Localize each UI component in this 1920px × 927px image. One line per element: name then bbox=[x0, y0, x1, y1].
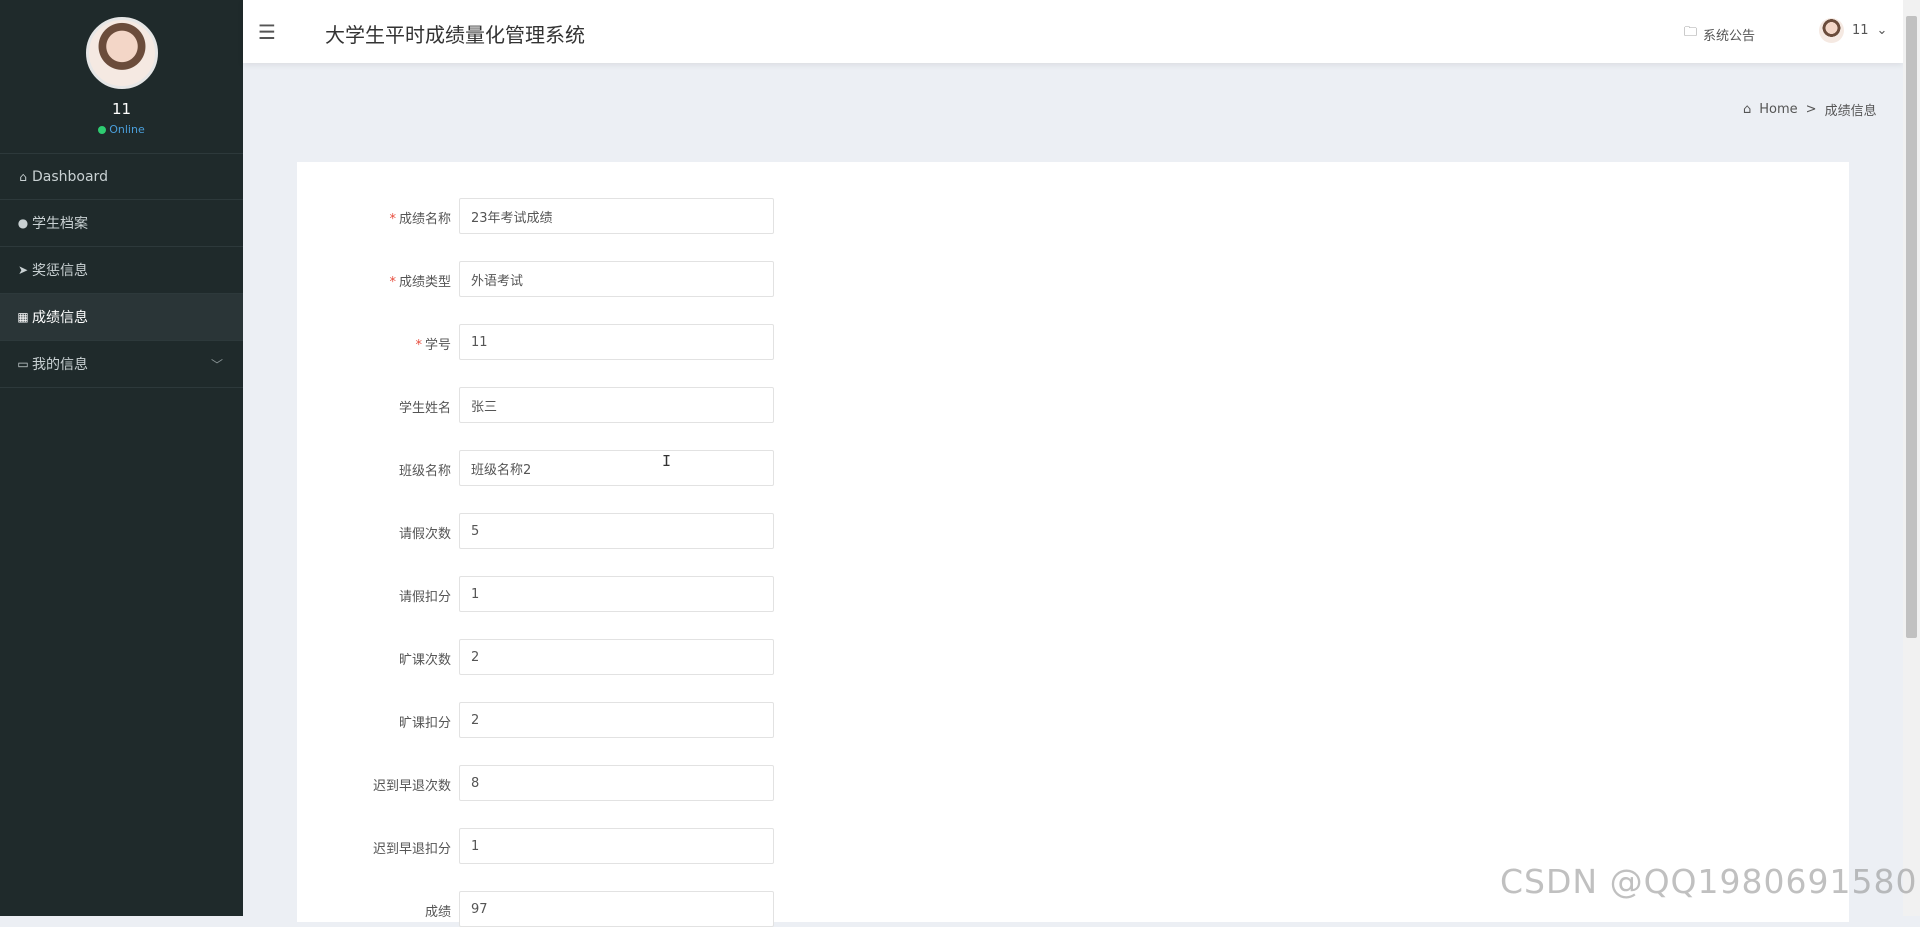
menu-toggle-icon[interactable]: ☰ bbox=[258, 20, 276, 44]
notice-icon: 🗀 bbox=[1684, 25, 1698, 40]
form-row-leave-deduction: 请假扣分 bbox=[297, 576, 897, 612]
system-notice-link[interactable]: 🗀 系统公告 bbox=[1684, 23, 1755, 45]
class-name-input[interactable] bbox=[459, 450, 774, 486]
user-menu-label: 11 bbox=[1852, 23, 1869, 38]
sidebar: 11 Online ⌂ Dashboard ● 学生档案 ➤ 奖惩信息 ▦ 成绩… bbox=[0, 0, 243, 916]
user-menu[interactable]: 11 ⌄ bbox=[1819, 18, 1887, 43]
form-row-score: 成绩 bbox=[297, 891, 897, 927]
scrollbar-thumb[interactable] bbox=[1906, 16, 1917, 638]
chevron-down-icon: ﹀ bbox=[210, 358, 223, 372]
breadcrumb: ⌂ Home > 成绩信息 bbox=[1743, 100, 1877, 119]
status-label: Online bbox=[109, 123, 145, 136]
absence-deduction-input[interactable] bbox=[459, 702, 774, 738]
leave-deduction-input[interactable] bbox=[459, 576, 774, 612]
sidebar-item-label: Dashboard bbox=[32, 168, 108, 185]
leave-count-input[interactable] bbox=[459, 513, 774, 549]
form-label: 请假扣分 bbox=[398, 590, 451, 605]
profile-panel: 11 Online bbox=[0, 0, 243, 153]
form-row-student-name: 学生姓名 bbox=[297, 387, 897, 423]
form-row-absence-deduction: 旷课扣分 bbox=[297, 702, 897, 738]
grid-icon: ▦ bbox=[17, 310, 29, 324]
user-icon: ● bbox=[17, 216, 29, 230]
form-label: 迟到早退扣分 bbox=[372, 842, 451, 857]
score-input[interactable] bbox=[459, 891, 774, 927]
chevron-down-icon: ⌄ bbox=[1876, 23, 1888, 38]
grade-type-input[interactable] bbox=[459, 261, 774, 297]
breadcrumb-separator: > bbox=[1805, 102, 1817, 117]
form-label: 学生姓名 bbox=[398, 401, 451, 416]
form-row-late-count: 迟到早退次数 bbox=[297, 765, 897, 801]
card-icon: ▭ bbox=[17, 357, 29, 371]
form-row-absence-count: 旷课次数 bbox=[297, 639, 897, 675]
student-id-input[interactable] bbox=[459, 324, 774, 360]
sidebar-item-label: 学生档案 bbox=[32, 216, 88, 232]
page-scrollbar[interactable] bbox=[1903, 0, 1920, 916]
breadcrumb-home[interactable]: Home bbox=[1759, 102, 1797, 117]
sidebar-item-dashboard[interactable]: ⌂ Dashboard bbox=[0, 153, 243, 200]
breadcrumb-current: 成绩信息 bbox=[1824, 104, 1877, 119]
absence-count-input[interactable] bbox=[459, 639, 774, 675]
send-icon: ➤ bbox=[17, 263, 29, 277]
student-name-input[interactable] bbox=[459, 387, 774, 423]
required-mark: * bbox=[415, 338, 422, 353]
form-label: 班级名称 bbox=[398, 464, 451, 479]
form-row-class-name: 班级名称 bbox=[297, 450, 897, 486]
form-label: * 成绩类型 bbox=[389, 275, 451, 290]
late-count-input[interactable] bbox=[459, 765, 774, 801]
sidebar-item-label: 我的信息 bbox=[32, 357, 88, 373]
app-title: 大学生平时成绩量化管理系统 bbox=[325, 23, 585, 47]
online-status: Online bbox=[0, 123, 243, 136]
sidebar-item-rewards-penalties[interactable]: ➤ 奖惩信息 bbox=[0, 247, 243, 294]
form-row-grade-name: * 成绩名称 bbox=[297, 198, 897, 234]
notice-label: 系统公告 bbox=[1703, 28, 1756, 44]
grade-form-card: *成绩名称 *成绩类型 *学号 学生姓名 班级名称 请假次数 请假扣分 旷课次数… bbox=[297, 162, 1849, 927]
form-label: 请假次数 bbox=[398, 527, 451, 542]
grade-name-input[interactable] bbox=[459, 198, 774, 234]
sidebar-item-grades[interactable]: ▦ 成绩信息 bbox=[0, 294, 243, 341]
sidebar-menu: ⌂ Dashboard ● 学生档案 ➤ 奖惩信息 ▦ 成绩信息 ▭ 我的信息 … bbox=[0, 153, 243, 388]
sidebar-item-student-archive[interactable]: ● 学生档案 bbox=[0, 200, 243, 247]
form-label: 旷课次数 bbox=[398, 653, 451, 668]
sidebar-username: 11 bbox=[111, 100, 132, 118]
text-cursor-icon: I bbox=[662, 452, 672, 470]
required-mark: * bbox=[389, 275, 396, 290]
form-label: 迟到早退次数 bbox=[372, 779, 451, 794]
sidebar-item-label: 成绩信息 bbox=[32, 310, 88, 326]
required-mark: * bbox=[389, 212, 396, 227]
form-row-leave-count: 请假次数 bbox=[297, 513, 897, 549]
sidebar-item-label: 奖惩信息 bbox=[32, 263, 88, 279]
form-label: 旷课扣分 bbox=[398, 716, 451, 731]
form-row-student-id: * 学号 bbox=[297, 324, 897, 360]
watermark: CSDN @QQ1980691580 bbox=[1500, 862, 1918, 901]
top-bar: ☰ 大学生平时成绩量化管理系统 🗀 系统公告 11 ⌄ bbox=[243, 0, 1903, 63]
status-dot-icon bbox=[98, 125, 107, 134]
form-row-late-deduction: 迟到早退扣分 bbox=[297, 828, 897, 864]
sidebar-item-my-info[interactable]: ▭ 我的信息 ﹀ bbox=[0, 341, 243, 388]
avatar bbox=[85, 17, 158, 89]
late-deduction-input[interactable] bbox=[459, 828, 774, 864]
home-icon: ⌂ bbox=[1743, 102, 1752, 117]
form-label: 成绩 bbox=[424, 905, 451, 920]
home-icon: ⌂ bbox=[19, 169, 27, 184]
form-label: * 学号 bbox=[415, 338, 451, 353]
form-row-grade-type: * 成绩类型 bbox=[297, 261, 897, 297]
user-avatar bbox=[1819, 18, 1844, 43]
form-label: * 成绩名称 bbox=[389, 212, 451, 227]
